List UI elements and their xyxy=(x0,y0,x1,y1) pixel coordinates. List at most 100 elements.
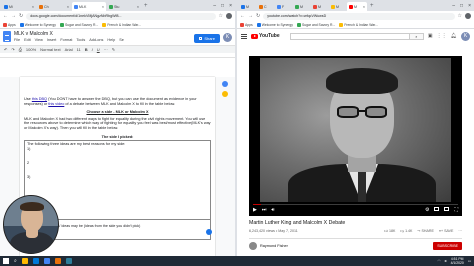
video-link[interactable]: this video xyxy=(48,102,64,106)
forward-icon[interactable]: → xyxy=(248,13,253,19)
save-button[interactable]: ≡+ SAVE xyxy=(439,229,454,233)
forward-icon[interactable]: → xyxy=(11,13,16,19)
notifications-icon[interactable]: ▭ xyxy=(468,259,471,263)
print-icon[interactable]: ⎙ xyxy=(19,47,22,52)
wifi-icon[interactable]: ◠ xyxy=(437,259,440,263)
bookmark-synergy[interactable]: Welcome to Synergy xyxy=(19,22,56,27)
italic-button[interactable]: I xyxy=(92,47,93,52)
reload-icon[interactable]: ↻ xyxy=(256,13,260,19)
share-button[interactable]: Share xyxy=(194,34,220,43)
menu-help[interactable]: Help xyxy=(107,38,115,42)
style-select[interactable]: Normal text xyxy=(40,47,60,52)
maximize-icon[interactable]: □ xyxy=(460,2,463,11)
explore-icon[interactable] xyxy=(222,81,228,87)
search-input[interactable] xyxy=(291,34,409,39)
close-window-icon[interactable]: × xyxy=(468,2,471,11)
menu-edit[interactable]: Edit xyxy=(24,38,31,42)
document-title[interactable]: MLK v Malcolm X xyxy=(14,31,191,37)
url-field[interactable]: docs.google.com/document/d/1nekVMjANgzNb… xyxy=(26,12,216,20)
close-icon[interactable]: × xyxy=(137,5,139,9)
bookmark-synergy[interactable]: Welcome to Synergy xyxy=(256,22,293,27)
star-icon[interactable]: ☆ xyxy=(458,13,462,19)
more-icon[interactable]: ⋯ xyxy=(458,229,462,233)
bookmark-french[interactable]: French & Indian War... xyxy=(339,22,378,27)
new-tab-icon[interactable]: + xyxy=(370,2,374,11)
url-field[interactable]: youtube.com/watch?v=wfqcVWuwsD xyxy=(263,12,455,20)
notifications-icon[interactable]: 🔔︎ xyxy=(451,33,457,39)
browser-tab[interactable]: Mi × xyxy=(2,2,36,11)
undo-icon[interactable]: ↶ xyxy=(4,47,7,52)
minimize-icon[interactable]: – xyxy=(452,2,455,11)
menu-last-edit[interactable]: Se xyxy=(119,38,124,42)
share-button[interactable]: ↪ SHARE xyxy=(417,229,433,233)
profile-icon[interactable] xyxy=(465,13,471,19)
account-avatar[interactable]: K xyxy=(461,31,470,41)
underline-button[interactable]: U xyxy=(97,47,100,52)
explore-fab-icon[interactable] xyxy=(206,229,212,235)
keep-icon[interactable] xyxy=(222,91,228,97)
subscribe-button[interactable]: SUBSCRIBE xyxy=(433,242,462,250)
next-icon[interactable]: ⏭ xyxy=(262,207,267,213)
search-icon[interactable]: ⌕ xyxy=(408,33,423,39)
browser-tab[interactable]: C xyxy=(257,2,274,11)
video-player[interactable]: ▶ ⏭ 🔊︎ ⚙ ⛶ xyxy=(249,56,462,216)
menu-insert[interactable]: Insert xyxy=(47,38,57,42)
create-video-icon[interactable]: ▣ xyxy=(428,33,433,39)
back-icon[interactable]: ← xyxy=(3,13,8,19)
bookmark-apps[interactable]: Apps xyxy=(3,22,16,27)
account-avatar[interactable]: K xyxy=(223,33,232,42)
clock[interactable]: 4:51 PM 4/1/2020 xyxy=(451,257,464,265)
table-row[interactable]: 3) xyxy=(27,175,208,189)
pencil-icon[interactable]: ✎ xyxy=(112,47,115,52)
back-icon[interactable]: ← xyxy=(240,13,245,19)
browser-tab[interactable]: Stu × xyxy=(107,2,141,11)
volume-icon[interactable]: 🔊︎ xyxy=(444,259,446,263)
app-icon[interactable] xyxy=(65,258,72,264)
settings-icon[interactable]: ⚙ xyxy=(425,207,429,213)
maximize-icon[interactable]: □ xyxy=(221,2,224,11)
zoom-select[interactable]: 100% xyxy=(26,47,36,52)
channel-avatar[interactable] xyxy=(249,242,257,250)
menu-icon[interactable] xyxy=(241,33,247,39)
like-button[interactable]: 👍︎ 18K xyxy=(384,229,395,233)
volume-icon[interactable]: 🔊︎ xyxy=(271,207,274,213)
fullscreen-icon[interactable]: ⛶ xyxy=(454,207,458,213)
browser-tab[interactable]: M xyxy=(329,2,346,11)
close-window-icon[interactable]: × xyxy=(229,2,232,11)
close-icon[interactable]: × xyxy=(102,5,104,9)
bookmark-sugar[interactable]: Sugar and Savory R... xyxy=(59,22,98,27)
chrome-icon[interactable] xyxy=(43,258,50,264)
google-docs-logo-icon[interactable] xyxy=(3,31,11,42)
table-row[interactable]: 2 xyxy=(27,161,208,175)
dbq-link[interactable]: this DBQ xyxy=(32,97,47,101)
channel-name[interactable]: Raymond Fisher xyxy=(260,244,288,248)
apps-grid-icon[interactable]: ⋮⋮ xyxy=(437,33,447,39)
close-icon[interactable]: × xyxy=(67,5,69,9)
windows-start-icon[interactable] xyxy=(3,258,9,264)
menu-file[interactable]: File xyxy=(14,38,20,42)
bookmark-sugar[interactable]: Sugar and Savory R... xyxy=(296,22,335,27)
file-explorer-icon[interactable] xyxy=(21,258,28,264)
browser-tab-active[interactable]: MLK × xyxy=(72,2,106,11)
close-icon[interactable]: × xyxy=(32,5,34,9)
reload-icon[interactable]: ↻ xyxy=(19,13,23,19)
bookmark-french[interactable]: French & Indian War... xyxy=(102,22,141,27)
bookmark-apps[interactable]: Apps xyxy=(240,22,253,27)
menu-view[interactable]: View xyxy=(35,38,43,42)
more-icon[interactable]: ⋯ xyxy=(104,47,108,52)
redo-icon[interactable]: ↷ xyxy=(11,47,14,52)
profile-icon[interactable] xyxy=(226,13,232,19)
font-size-select[interactable]: 11 xyxy=(77,47,81,52)
search-icon[interactable]: ⌕ xyxy=(14,258,17,264)
browser-tab[interactable]: M xyxy=(311,2,328,11)
menu-tools[interactable]: Tools xyxy=(76,38,85,42)
bold-button[interactable]: B xyxy=(85,47,88,52)
menu-addons[interactable]: Add-ons xyxy=(89,38,103,42)
theater-icon[interactable] xyxy=(444,207,450,211)
browser-tab-active[interactable]: M × xyxy=(347,2,367,11)
browser-tab[interactable]: Ch × xyxy=(37,2,71,11)
menu-format[interactable]: Format xyxy=(60,38,72,42)
table-row[interactable]: 1) xyxy=(27,147,208,161)
play-icon[interactable]: ▶ xyxy=(253,207,257,213)
new-tab-icon[interactable]: + xyxy=(144,2,148,11)
